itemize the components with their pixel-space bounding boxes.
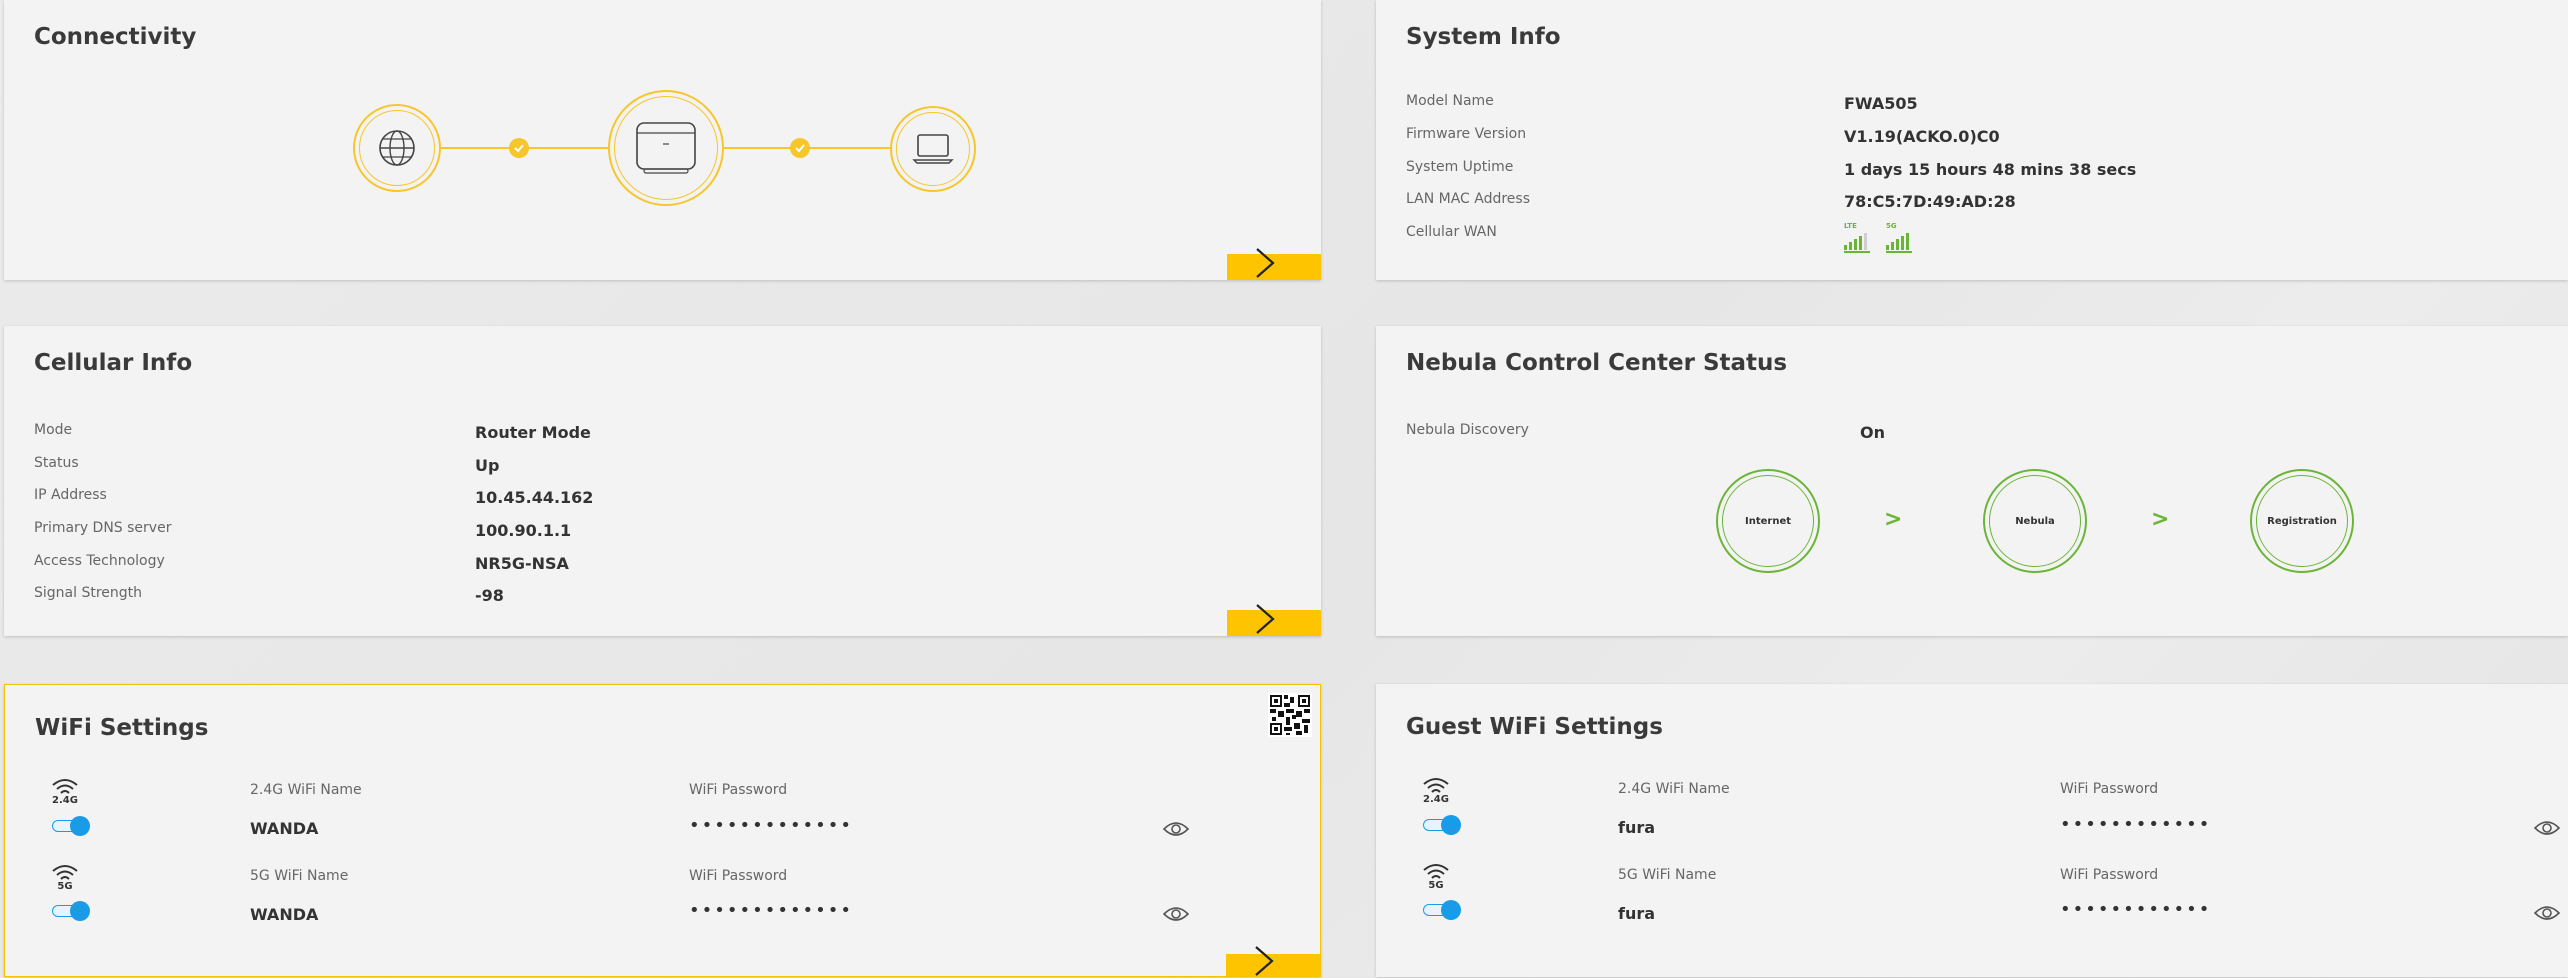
guest-24g-password-label: WiFi Password [2060, 781, 2159, 797]
check-icon [509, 138, 529, 158]
guest-5g-password-value: •••••••••••• [2060, 899, 2212, 920]
guest-24g-name-label: 2.4G WiFi Name [1618, 781, 1730, 797]
model-name-value: FWA505 [1844, 94, 1918, 113]
eye-icon[interactable] [1163, 905, 1189, 923]
globe-icon [379, 130, 415, 166]
nebula-separator: > [1884, 507, 1903, 532]
wifi-icon: 2.4G [45, 777, 85, 806]
cellular-info-title: Cellular Info [34, 350, 193, 376]
router-node [608, 90, 724, 206]
guest-24g-name-value: fura [1618, 818, 1656, 837]
ip-address-value: 10.45.44.162 [475, 488, 594, 507]
wifi-24g-password-value: ••••••••••••• [689, 815, 854, 836]
model-name-label: Model Name [1406, 93, 1494, 109]
system-info-title: System Info [1406, 24, 1561, 50]
system-uptime-value: 1 days 15 hours 48 mins 38 secs [1844, 160, 2137, 179]
access-technology-value: NR5G-NSA [475, 554, 569, 573]
wifi-24g-password-label: WiFi Password [689, 782, 788, 798]
check-icon [790, 138, 810, 158]
cellular-info-card: Cellular Info Mode Router Mode Status Up… [4, 326, 1321, 636]
cellular-more-button[interactable] [1227, 604, 1321, 636]
firmware-version-value: V1.19(ACKO.0)C0 [1844, 127, 2000, 146]
primary-dns-value: 100.90.1.1 [475, 521, 572, 540]
access-technology-label: Access Technology [34, 553, 165, 569]
wifi-24g-name-label: 2.4G WiFi Name [250, 782, 362, 798]
nebula-title: Nebula Control Center Status [1406, 350, 1788, 376]
wifi-icon: 5G [45, 863, 85, 892]
nebula-step-registration: Registration [2250, 469, 2354, 573]
chevron-right-icon [1256, 604, 1275, 634]
qr-code-icon[interactable] [1268, 693, 1312, 737]
wifi-24g-toggle[interactable] [52, 816, 90, 836]
wifi-more-button[interactable] [1226, 946, 1320, 976]
device-node [890, 106, 976, 192]
wifi-settings-title: WiFi Settings [35, 715, 209, 741]
guest-wifi-card: Guest WiFi Settings 2.4G 2.4G WiFi Name … [1376, 684, 2568, 977]
nebula-discovery-label: Nebula Discovery [1406, 422, 1529, 438]
system-uptime-label: System Uptime [1406, 159, 1514, 175]
guest-5g-name-label: 5G WiFi Name [1618, 867, 1717, 883]
connectivity-title: Connectivity [34, 24, 197, 50]
wifi-settings-card: WiFi Settings 2.4G 2.4G WiFi Name WANDA … [4, 684, 1321, 977]
wifi-5g-password-label: WiFi Password [689, 868, 788, 884]
laptop-icon [912, 134, 954, 164]
connectivity-card: Connectivity [4, 0, 1321, 280]
primary-dns-label: Primary DNS server [34, 520, 172, 536]
guest-24g-toggle[interactable] [1423, 815, 1461, 835]
status-value: Up [475, 456, 500, 475]
nebula-separator: > [2151, 507, 2170, 532]
eye-icon[interactable] [1163, 820, 1189, 838]
wifi-icon: 5G [1416, 862, 1456, 891]
guest-5g-toggle[interactable] [1423, 900, 1461, 920]
guest-5g-name-value: fura [1618, 904, 1656, 923]
eye-icon[interactable] [2534, 904, 2560, 922]
wifi-5g-name-value: WANDA [250, 905, 319, 924]
status-label: Status [34, 455, 79, 471]
wifi-5g-toggle[interactable] [52, 901, 90, 921]
ip-address-label: IP Address [34, 487, 107, 503]
nebula-step-nebula: Nebula [1983, 469, 2087, 573]
wifi-24g-name-value: WANDA [250, 819, 319, 838]
chevron-right-icon [1256, 248, 1275, 278]
nebula-card: Nebula Control Center Status Nebula Disc… [1376, 326, 2568, 636]
wifi-5g-name-label: 5G WiFi Name [250, 868, 349, 884]
lan-mac-value: 78:C5:7D:49:AD:28 [1844, 192, 2016, 211]
guest-5g-password-label: WiFi Password [2060, 867, 2159, 883]
guest-wifi-title: Guest WiFi Settings [1406, 714, 1663, 740]
connectivity-more-button[interactable] [1227, 248, 1321, 280]
cellular-wan-label: Cellular WAN [1406, 224, 1497, 240]
system-info-card: System Info Model Name FWA505 Firmware V… [1376, 0, 2568, 280]
wifi-5g-password-value: ••••••••••••• [689, 900, 854, 921]
firmware-version-label: Firmware Version [1406, 126, 1527, 142]
chevron-right-icon [1255, 946, 1274, 976]
nebula-step-internet: Internet [1716, 469, 1820, 573]
lan-mac-label: LAN MAC Address [1406, 191, 1531, 207]
guest-24g-password-value: •••••••••••• [2060, 814, 2212, 835]
eye-icon[interactable] [2534, 819, 2560, 837]
internet-node [353, 104, 441, 192]
mode-value: Router Mode [475, 423, 591, 442]
nebula-discovery-value: On [1860, 423, 1885, 442]
mode-label: Mode [34, 422, 73, 438]
signal-strength-label: Signal Strength [34, 585, 143, 601]
wifi-icon: 2.4G [1416, 776, 1456, 805]
router-icon [636, 122, 696, 174]
signal-strength-value: -98 [475, 586, 504, 605]
